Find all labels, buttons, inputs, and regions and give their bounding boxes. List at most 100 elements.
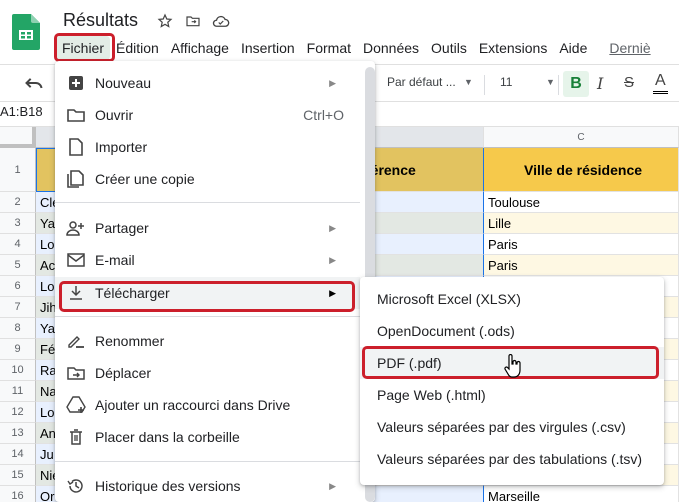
history-icon	[66, 476, 86, 496]
cell-b[interactable]	[362, 192, 484, 213]
row-header[interactable]: 8	[0, 318, 36, 339]
menu-aide[interactable]: Aide	[553, 36, 593, 60]
row-header[interactable]: 1	[0, 148, 36, 192]
cell-c[interactable]: Toulouse	[484, 192, 679, 213]
font-size-dropdown-arrow-icon[interactable]: ▼	[546, 77, 555, 87]
menu-item-ouvrir[interactable]: Ouvrir Ctrl+O	[55, 99, 360, 131]
row-header[interactable]: 9	[0, 339, 36, 360]
row-header[interactable]: 4	[0, 234, 36, 255]
trash-icon	[66, 427, 86, 447]
font-dropdown-arrow-icon[interactable]: ▼	[464, 77, 473, 87]
menu-item-raccourci-drive[interactable]: Ajouter un raccourci dans Drive	[55, 389, 360, 421]
font-size-select[interactable]: 11	[500, 75, 512, 89]
cell-c[interactable]: Marseille	[484, 486, 679, 502]
google-sheets-logo[interactable]	[12, 14, 40, 50]
cell-b[interactable]	[362, 234, 484, 255]
menu-item-label: Ajouter un raccourci dans Drive	[95, 397, 291, 413]
rename-icon	[66, 331, 86, 351]
last-edit-link[interactable]: Derniè	[603, 36, 656, 60]
file-menu: Nouveau ▶ Ouvrir Ctrl+O Importer Créer u…	[55, 61, 375, 502]
menu-item-partager[interactable]: Partager ▶	[55, 212, 360, 244]
menu-item-importer[interactable]: Importer	[55, 131, 360, 163]
cell-c[interactable]: Paris	[484, 234, 679, 255]
row-header[interactable]: 15	[0, 465, 36, 486]
menu-item-label: Créer une copie	[95, 171, 195, 187]
folder-icon	[66, 105, 86, 125]
copy-icon	[66, 169, 86, 189]
menu-item-corbeille[interactable]: Placer dans la corbeille	[55, 421, 360, 453]
menu-item-label: E-mail	[95, 252, 135, 268]
menu-edition[interactable]: Édition	[110, 36, 165, 60]
cell-c[interactable]: Lille	[484, 213, 679, 234]
bold-button[interactable]: B	[563, 71, 589, 97]
cell-b[interactable]	[362, 255, 484, 276]
menu-format[interactable]: Format	[301, 36, 357, 60]
menu-divider	[55, 316, 360, 317]
toolbar-divider	[558, 75, 559, 95]
download-csv[interactable]: Valeurs séparées par des virgules (.csv)	[360, 411, 664, 443]
select-all-corner[interactable]	[0, 127, 36, 148]
mail-icon	[66, 250, 86, 270]
menu-item-historique[interactable]: Historique des versions ▶	[55, 470, 360, 502]
menu-item-label: Nouveau	[95, 75, 152, 91]
row-header[interactable]: 13	[0, 423, 36, 444]
menu-affichage[interactable]: Affichage	[165, 36, 235, 60]
header-cell-c[interactable]: Ville de résidence	[484, 148, 679, 192]
menu-item-nouveau[interactable]: Nouveau ▶	[55, 67, 360, 99]
submenu-arrow-icon: ▶	[329, 480, 336, 491]
text-color-button[interactable]: A	[653, 71, 668, 94]
row-header[interactable]: 2	[0, 192, 36, 213]
header-cell-b[interactable]: férence	[362, 148, 484, 192]
menu-item-label: Renommer	[95, 333, 165, 349]
submenu-arrow-icon: ▶	[329, 287, 336, 298]
new-icon	[66, 73, 86, 93]
move-icon	[66, 363, 86, 383]
document-title[interactable]: Résultats	[63, 10, 138, 31]
column-header-b[interactable]	[362, 127, 484, 148]
menu-insertion[interactable]: Insertion	[235, 36, 301, 60]
menu-outils[interactable]: Outils	[425, 36, 473, 60]
strikethrough-button[interactable]: S	[624, 74, 634, 91]
row-header[interactable]: 3	[0, 213, 36, 234]
submenu-arrow-icon: ▶	[329, 222, 336, 233]
cell-b[interactable]	[362, 213, 484, 234]
menu-item-creer-copie[interactable]: Créer une copie	[55, 163, 360, 195]
download-xlsx[interactable]: Microsoft Excel (XLSX)	[360, 283, 664, 315]
menu-divider	[55, 461, 360, 462]
menu-item-label: Historique des versions	[95, 478, 241, 494]
shortcut-label: Ctrl+O	[303, 107, 344, 123]
download-html[interactable]: Page Web (.html)	[360, 379, 664, 411]
toolbar-divider	[484, 75, 485, 95]
menu-fichier[interactable]: Fichier	[56, 36, 111, 60]
name-box[interactable]: A1:B18	[0, 104, 43, 119]
cloud-saved-icon[interactable]	[212, 12, 230, 30]
row-header[interactable]: 12	[0, 402, 36, 423]
undo-icon[interactable]	[24, 74, 44, 92]
menu-item-renommer[interactable]: Renommer	[55, 325, 360, 357]
font-family-select[interactable]: Par défaut ...	[387, 75, 456, 89]
star-icon[interactable]	[156, 12, 174, 30]
row-header[interactable]: 14	[0, 444, 36, 465]
cell-b[interactable]	[362, 486, 484, 502]
row-header[interactable]: 10	[0, 360, 36, 381]
submenu-arrow-icon: ▶	[329, 254, 336, 265]
row-header[interactable]: 11	[0, 381, 36, 402]
download-tsv[interactable]: Valeurs séparées par des tabulations (.t…	[360, 443, 664, 475]
cell-c[interactable]: Paris	[484, 255, 679, 276]
menu-item-email[interactable]: E-mail ▶	[55, 244, 360, 276]
move-to-folder-icon[interactable]	[184, 12, 202, 30]
menu-item-label: Ouvrir	[95, 107, 134, 123]
menu-item-telecharger[interactable]: Télécharger ▶	[55, 277, 360, 309]
row-header[interactable]: 6	[0, 276, 36, 297]
menu-item-label: Partager	[95, 220, 149, 236]
menu-item-label: Placer dans la corbeille	[95, 429, 240, 445]
row-header[interactable]: 16	[0, 486, 36, 502]
row-header[interactable]: 7	[0, 297, 36, 318]
menu-extensions[interactable]: Extensions	[473, 36, 553, 60]
row-header[interactable]: 5	[0, 255, 36, 276]
italic-button[interactable]: I	[597, 74, 603, 93]
column-header-c[interactable]: C	[484, 127, 679, 148]
download-ods[interactable]: OpenDocument (.ods)	[360, 315, 664, 347]
menu-donnees[interactable]: Données	[357, 36, 425, 60]
menu-item-deplacer[interactable]: Déplacer	[55, 357, 360, 389]
